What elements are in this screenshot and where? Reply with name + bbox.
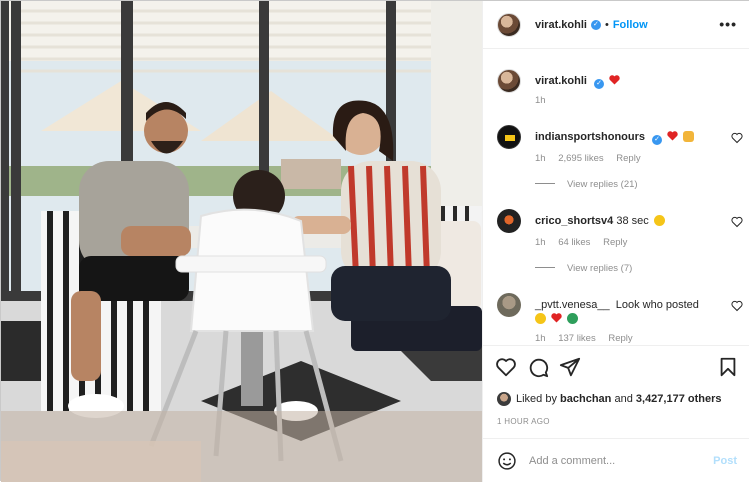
praying-hands-emoji-icon — [683, 131, 695, 142]
reply-button[interactable]: Reply — [603, 237, 627, 248]
likes-summary[interactable]: Liked by bachchan and 3,427,177 others — [497, 392, 722, 406]
post-header: virat.kohli ✓ • Follow ••• — [483, 1, 749, 49]
comment-like-heart-icon[interactable] — [731, 300, 743, 312]
comment-like-heart-icon[interactable] — [731, 132, 743, 144]
comment-icon[interactable] — [527, 356, 549, 378]
reply-button[interactable]: Reply — [616, 153, 640, 164]
liker-name[interactable]: bachchan — [560, 393, 611, 405]
comment-meta: 1h 64 likes Reply — [535, 237, 637, 248]
comment-meta: 1h 2,695 likes Reply — [535, 153, 651, 164]
red-heart-emoji-icon — [667, 131, 678, 141]
verified-badge-icon: ✓ — [652, 135, 663, 145]
more-options-icon[interactable]: ••• — [719, 16, 737, 32]
author-avatar[interactable] — [497, 12, 521, 37]
post-photo[interactable] — [1, 1, 482, 482]
post-photo-image — [1, 1, 482, 482]
comment-body: Look who posted — [615, 299, 699, 311]
comment-likes[interactable]: 137 likes — [558, 333, 596, 344]
crying-face-emoji-icon — [535, 313, 546, 324]
liker-avatar[interactable] — [497, 392, 511, 406]
view-replies-label: View replies (7) — [567, 263, 633, 274]
comment-avatar[interactable] — [497, 125, 521, 149]
header-separator: • — [604, 18, 609, 31]
caption-username[interactable]: virat.kohli — [535, 75, 587, 87]
comment-avatar[interactable] — [497, 209, 521, 233]
red-heart-emoji-icon — [551, 313, 562, 323]
smiley-icon[interactable] — [497, 451, 517, 471]
reply-button[interactable]: Reply — [608, 333, 632, 344]
view-replies-button[interactable]: View replies (21) — [535, 179, 638, 190]
post-comment-button[interactable]: Post — [713, 455, 737, 467]
view-replies-button[interactable]: View replies (7) — [535, 263, 632, 274]
comment-time: 1h — [535, 153, 546, 164]
share-icon[interactable] — [559, 356, 581, 378]
ish-logo-icon — [505, 135, 515, 141]
comment-text: indiansportshonours ✓ — [535, 130, 725, 145]
comment-likes[interactable]: 2,695 likes — [558, 153, 603, 164]
add-comment-bar: Post — [483, 438, 749, 482]
comment-username[interactable]: indiansportshonours — [535, 131, 645, 143]
replies-line — [535, 267, 555, 268]
comment-likes[interactable]: 64 likes — [558, 237, 590, 248]
sunglasses-emoji-icon — [653, 215, 665, 226]
author-username[interactable]: virat.kohli — [535, 19, 587, 31]
bookmark-icon[interactable] — [717, 356, 739, 378]
follow-button[interactable]: Follow — [613, 19, 648, 31]
comment-body: 38 sec — [616, 215, 649, 227]
comments-section[interactable]: virat.kohli ✓ 1h indiansportshonours ✓ 1… — [483, 49, 749, 345]
comment-input[interactable] — [529, 454, 699, 467]
post-side-panel: virat.kohli ✓ • Follow ••• virat.kohli ✓… — [482, 1, 749, 482]
view-replies-label: View replies (21) — [567, 179, 638, 190]
comment-username[interactable]: crico_shortsv4 — [535, 215, 613, 227]
heart-outline-icon[interactable] — [495, 356, 517, 378]
caption-time: 1h — [535, 95, 546, 106]
likes-others[interactable]: 3,427,177 others — [636, 393, 722, 405]
comment-text: crico_shortsv4 38 sec — [535, 214, 725, 228]
caption-meta: 1h — [535, 95, 556, 106]
comment-avatar[interactable] — [497, 293, 521, 317]
verified-badge-icon: ✓ — [590, 19, 601, 30]
instagram-post-window: virat.kohli ✓ • Follow ••• virat.kohli ✓… — [0, 0, 749, 482]
globe-emoji-icon — [567, 313, 579, 324]
comment-like-heart-icon[interactable] — [731, 216, 743, 228]
caption-avatar[interactable] — [497, 69, 521, 93]
comment-username[interactable]: _pvtt.venesa__ — [535, 299, 610, 311]
red-heart-emoji-icon — [609, 75, 620, 85]
comment-text: _pvtt.venesa__ Look who posted — [535, 298, 725, 326]
caption-text: virat.kohli ✓ — [535, 74, 725, 89]
post-timestamp[interactable]: 1 HOUR AGO — [497, 417, 550, 426]
likes-middle: and — [614, 393, 633, 405]
likes-prefix: Liked by — [516, 393, 557, 405]
replies-line — [535, 183, 555, 184]
comment-time: 1h — [535, 333, 546, 344]
verified-badge-icon: ✓ — [594, 79, 605, 89]
comment-time: 1h — [535, 237, 546, 248]
post-actions: Liked by bachchan and 3,427,177 others 1… — [483, 345, 749, 437]
comment-meta: 1h 137 likes Reply — [535, 333, 643, 344]
